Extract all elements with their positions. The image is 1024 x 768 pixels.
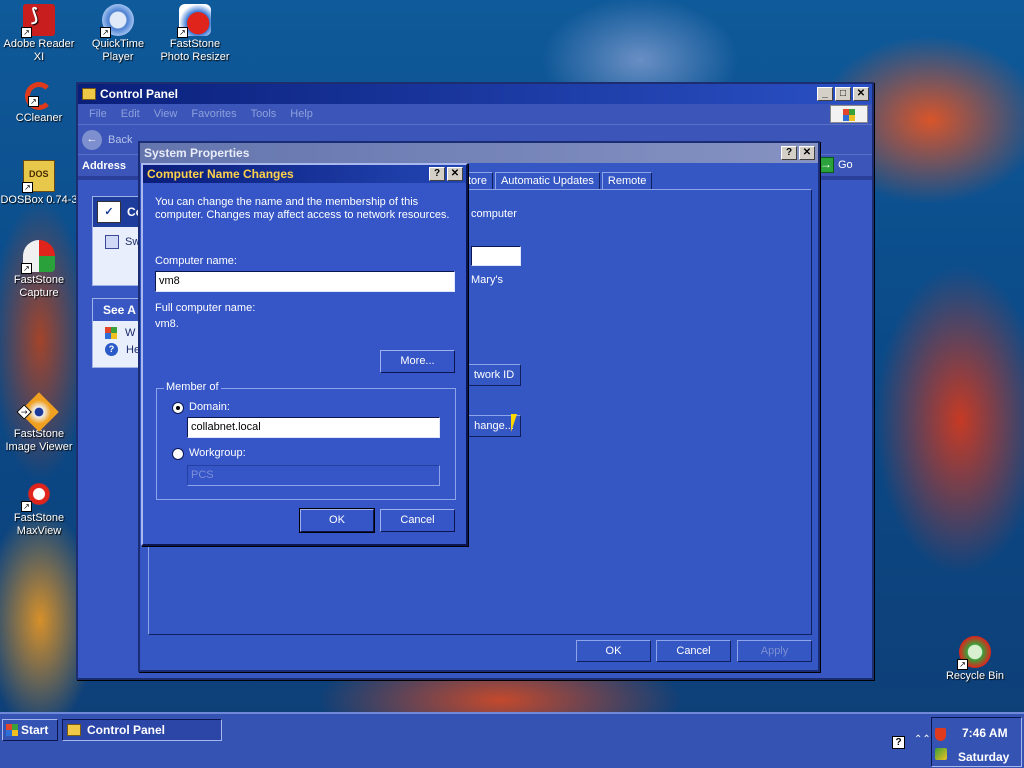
taskbar-button-control-panel[interactable]: Control Panel	[62, 719, 222, 741]
maxview-icon: ↗	[21, 478, 55, 512]
dosbox-icon: DOS ↗	[22, 160, 55, 193]
start-button[interactable]: Start	[2, 719, 58, 741]
desktop-icon-image-viewer[interactable]: ↗ FastStone Image Viewer	[0, 392, 78, 454]
cancel-button[interactable]: Cancel	[380, 509, 455, 532]
computer-description-field[interactable]	[471, 246, 521, 266]
back-arrow-icon[interactable]: ←	[82, 129, 102, 150]
maximize-button[interactable]: □	[835, 87, 851, 101]
apply-button[interactable]: Apply	[737, 640, 812, 662]
minimize-button[interactable]: _	[817, 87, 833, 101]
desktop-icon-ccleaner[interactable]: ↗ CCleaner	[0, 82, 78, 125]
desktop-icon-quicktime[interactable]: ↗ QuickTime Player	[79, 4, 157, 64]
domain-input[interactable]: collabnet.local	[187, 417, 440, 438]
full-computer-name-label: Full computer name:	[155, 302, 256, 314]
network-icon[interactable]	[935, 748, 947, 760]
taskbar-button-label: Control Panel	[87, 723, 166, 737]
chevron-up-icon[interactable]: ⌃⌃	[914, 734, 931, 745]
switch-icon	[105, 235, 119, 249]
tab-strip: tore Automatic Updates Remote	[462, 172, 654, 190]
folder-icon	[82, 88, 96, 100]
help-tray-icon[interactable]: ?	[892, 736, 905, 749]
back-button-label[interactable]: Back	[108, 134, 132, 146]
close-button[interactable]: ✕	[799, 146, 815, 160]
address-label: Address	[82, 159, 127, 172]
desktop-icon-adobe-reader[interactable]: ⟆ ↗ Adobe Reader XI	[0, 4, 78, 64]
system-properties-titlebar[interactable]: System Properties ? ✕	[140, 143, 818, 163]
computer-name-label: Computer name:	[155, 255, 237, 267]
computer-name-changes-titlebar[interactable]: Computer Name Changes ? ✕	[143, 165, 466, 183]
desktop-icon-photo-resizer[interactable]: ↗ FastStone Photo Resizer	[156, 4, 234, 64]
computer-description-text: computer	[471, 208, 517, 220]
ccleaner-icon: ↗	[25, 82, 53, 110]
menu-edit[interactable]: Edit	[121, 108, 140, 120]
menu-bar: File Edit View Favorites Tools Help	[78, 104, 872, 124]
recycle-bin-icon: ↗	[957, 636, 991, 670]
domain-radio[interactable]	[172, 402, 184, 414]
start-label: Start	[21, 723, 49, 737]
dialog-title: Computer Name Changes	[147, 167, 294, 181]
mouse-cursor-icon	[511, 414, 523, 432]
network-id-button[interactable]: twork ID	[467, 364, 521, 386]
computer-name-changes-dialog: Computer Name Changes ? ✕ You can change…	[141, 163, 468, 546]
more-button[interactable]: More...	[380, 350, 455, 373]
windows-update-icon	[105, 327, 117, 339]
capture-icon: ↗	[21, 240, 55, 274]
member-of-group: Member of Domain: collabnet.local Workgr…	[156, 381, 456, 500]
help-button[interactable]: ?	[781, 146, 797, 160]
help-icon: ?	[105, 343, 118, 356]
domain-label: Domain:	[189, 401, 230, 413]
clock-day: Saturday	[958, 750, 1010, 764]
close-button[interactable]: ✕	[853, 87, 869, 101]
clock-time[interactable]: 7:46 AM	[962, 726, 1008, 740]
tab-automatic-updates[interactable]: Automatic Updates	[494, 172, 600, 190]
workgroup-input[interactable]: PCS	[187, 465, 440, 486]
help-button[interactable]: ?	[429, 167, 445, 181]
go-arrow-icon: →	[818, 157, 834, 173]
system-tray: 7:46 AM Saturday	[931, 717, 1022, 767]
menu-view[interactable]: View	[154, 108, 178, 120]
menu-tools[interactable]: Tools	[251, 108, 277, 120]
quicktime-icon: ↗	[100, 4, 134, 38]
photo-resizer-icon: ↗	[177, 4, 211, 38]
ok-button[interactable]: OK	[576, 640, 651, 662]
ok-button[interactable]: OK	[299, 508, 375, 533]
workgroup-radio[interactable]	[172, 448, 184, 460]
desktop-icon-faststone-capture[interactable]: ↗ FastStone Capture	[0, 240, 78, 300]
folder-icon	[67, 724, 81, 736]
dialog-description: You can change the name and the membersh…	[155, 196, 450, 221]
windows-logo-icon	[830, 105, 868, 123]
checklist-icon: ✓	[97, 201, 121, 223]
desktop-icon-maxview[interactable]: ↗ FastStone MaxView	[0, 478, 78, 538]
go-button[interactable]: → Go	[818, 157, 853, 173]
control-panel-titlebar[interactable]: Control Panel _ □ ✕	[78, 84, 872, 104]
workgroup-label: Workgroup:	[189, 447, 246, 459]
menu-favorites[interactable]: Favorites	[191, 108, 236, 120]
member-of-label: Member of	[164, 381, 221, 393]
desktop-icon-dosbox[interactable]: DOS ↗ DOSBox 0.74-3	[0, 160, 78, 207]
taskbar: Start Control Panel ? ⌃⌃ 7:46 AM Saturda…	[0, 712, 1024, 768]
security-shield-icon[interactable]	[935, 728, 946, 741]
see-also-link-update[interactable]: W	[125, 327, 135, 339]
windows-logo-icon	[6, 724, 18, 736]
tab-remote[interactable]: Remote	[601, 172, 653, 190]
computer-description-value: Mary's	[471, 274, 504, 286]
full-computer-name-value: vm8.	[155, 318, 179, 330]
close-button[interactable]: ✕	[447, 167, 463, 181]
menu-file[interactable]: File	[89, 108, 107, 120]
system-properties-title: System Properties	[144, 146, 250, 160]
control-panel-title: Control Panel	[100, 87, 179, 101]
go-label: Go	[838, 159, 853, 171]
desktop-icon-recycle-bin[interactable]: ↗ Recycle Bin	[936, 636, 1014, 683]
pdf-icon: ⟆ ↗	[21, 4, 55, 38]
cancel-button[interactable]: Cancel	[656, 640, 731, 662]
computer-name-input[interactable]: vm8	[155, 271, 455, 292]
image-viewer-icon: ↗	[16, 392, 59, 432]
menu-help[interactable]: Help	[290, 108, 313, 120]
